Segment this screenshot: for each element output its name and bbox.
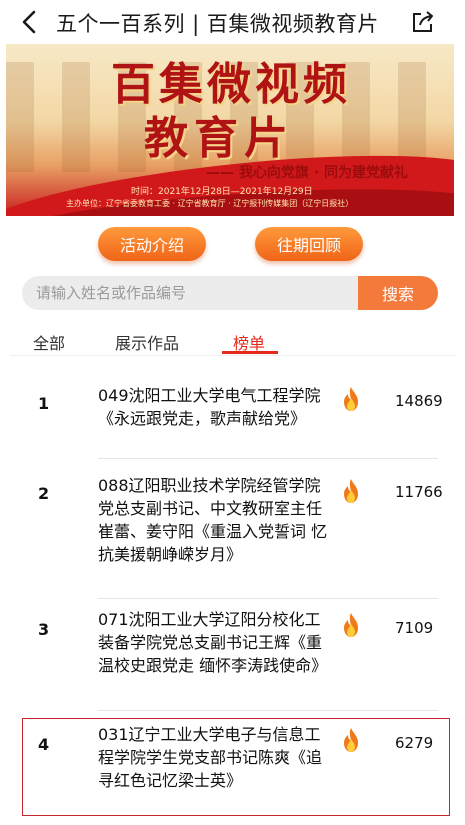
active-tab-indicator	[222, 351, 278, 354]
vote-count: 7109	[395, 619, 434, 637]
fire-icon	[344, 728, 358, 752]
top-bar: 五个一百系列 | 百集微视频教育片	[0, 0, 465, 44]
rank-number: 4	[38, 735, 50, 754]
banner-slogan: —— 我心向党旗 · 同为建党献礼	[206, 165, 408, 181]
row-divider	[98, 598, 438, 599]
work-title: 049沈阳工业大学电气工程学院《永远跟党走，歌声献给党》	[98, 386, 321, 428]
tab-divider	[10, 355, 455, 356]
work-title: 088辽阳职业技术学院经管学院党总支副书记、中文教研室主任崔蕾、姜守阳《重温入党…	[98, 476, 328, 564]
vote-count: 14869	[395, 392, 443, 410]
rank-number: 2	[38, 484, 50, 503]
page-title: 五个一百系列 | 百集微视频教育片	[56, 12, 379, 36]
rank-number: 3	[38, 620, 50, 639]
event-banner: 百集微视频 教育片 —— 我心向党旗 · 同为建党献礼 时间：2021年12月2…	[6, 44, 454, 216]
search-input[interactable]	[22, 276, 358, 310]
row-divider	[98, 458, 438, 459]
fire-icon	[344, 387, 358, 411]
banner-title-line2: 教育片	[144, 113, 294, 164]
tab-all[interactable]: 全部	[33, 330, 65, 354]
back-chevron-icon[interactable]	[18, 8, 42, 36]
tab-showcase[interactable]: 展示作品	[115, 330, 179, 354]
work-title: 071沈阳工业大学辽阳分校化工装备学院党总支副书记王辉《重温校史跟党走 缅怀李涛…	[98, 610, 328, 675]
activity-intro-button[interactable]: 活动介绍	[98, 227, 206, 261]
banner-time: 时间：2021年12月28日—2021年12月29日	[131, 187, 313, 197]
share-icon[interactable]	[410, 9, 436, 35]
search-button[interactable]: 搜索	[358, 276, 438, 310]
past-review-button[interactable]: 往期回顾	[255, 227, 363, 261]
work-title: 031辽宁工业大学电子与信息工程学院学生党支部书记陈爽《追寻红色记忆梁士英》	[98, 725, 323, 790]
row-divider	[98, 710, 438, 711]
rank-number: 1	[38, 394, 50, 413]
search-bar: 搜索	[22, 276, 438, 310]
vote-count: 11766	[395, 483, 443, 501]
fire-icon	[344, 613, 358, 637]
banner-organizer: 主办单位：辽宁省委教育工委 · 辽宁省教育厅 · 辽宁报刊传媒集团（辽宁日报社）	[66, 199, 354, 208]
vote-count: 6279	[395, 734, 434, 752]
fire-icon	[344, 479, 358, 503]
